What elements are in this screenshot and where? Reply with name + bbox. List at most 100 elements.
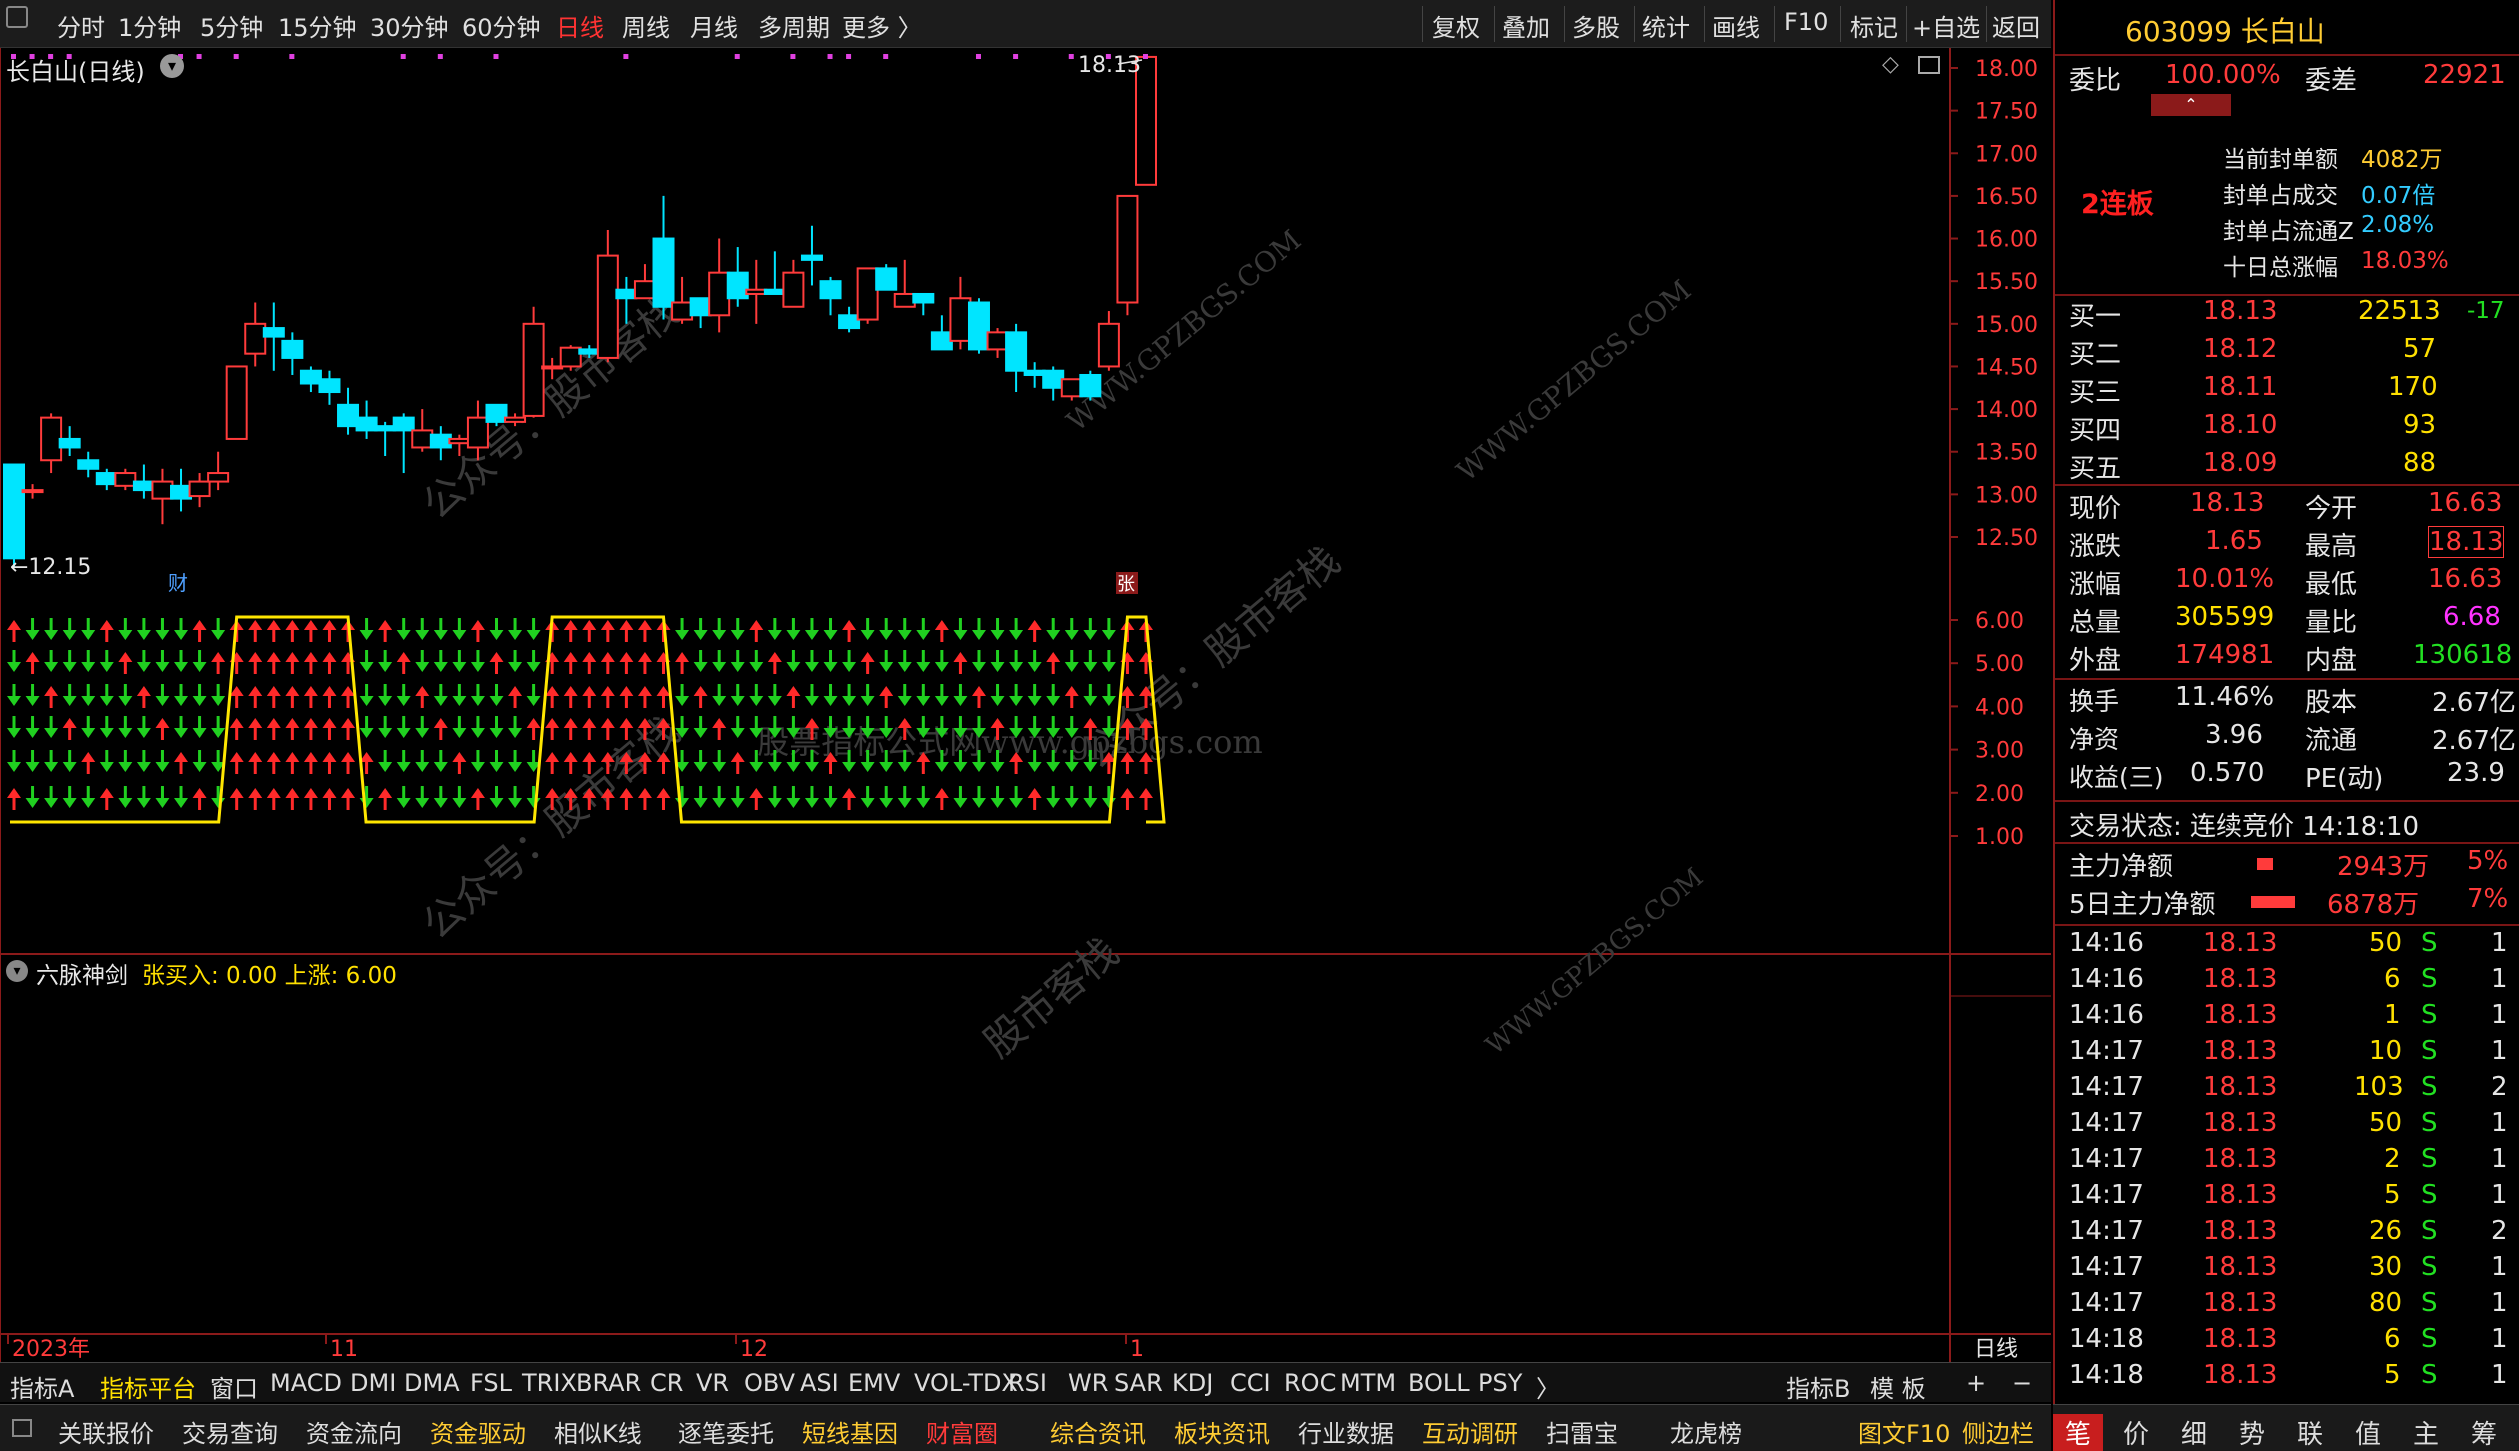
right-tab[interactable]: 主 xyxy=(2413,1414,2439,1451)
indicator-tab[interactable]: KDJ xyxy=(1172,1369,1213,1397)
function-tab[interactable]: 板块资讯 xyxy=(1174,1414,1270,1449)
function-tab[interactable]: 交易查询 xyxy=(182,1414,278,1449)
function-tab[interactable]: 行业数据 xyxy=(1298,1414,1394,1449)
limit-up-mark[interactable]: 张 xyxy=(1117,574,1135,595)
tab-multi-period[interactable]: 多周期 xyxy=(758,8,830,43)
panel-toggle-icon[interactable] xyxy=(1918,56,1940,74)
tab-60min[interactable]: 60分钟 xyxy=(462,8,541,43)
function-tab[interactable]: 相似K线 xyxy=(554,1414,642,1449)
arrow-up-icon xyxy=(637,686,652,708)
indicator-tab[interactable]: DMA xyxy=(404,1369,460,1397)
indicator-tab[interactable]: EMV xyxy=(848,1369,900,1397)
right-tab[interactable]: 联 xyxy=(2297,1414,2323,1451)
indicator-tab[interactable]: MTM xyxy=(1340,1369,1396,1397)
indicator-tab-right[interactable]: + xyxy=(1966,1369,1986,1397)
indicator-tab-right[interactable]: 模 板 xyxy=(1870,1369,1926,1404)
right-tab[interactable]: 细 xyxy=(2181,1414,2207,1451)
f10-button[interactable]: F10 xyxy=(1784,8,1828,36)
arrow-down-icon xyxy=(81,716,96,738)
right-tab[interactable]: 筹 xyxy=(2471,1414,2497,1451)
right-tab[interactable]: 势 xyxy=(2239,1414,2265,1451)
function-tab-right[interactable]: 图文F10 xyxy=(1858,1414,1950,1449)
indicator-tab[interactable]: CR xyxy=(650,1369,683,1397)
indicator-tab[interactable]: BRAR xyxy=(576,1369,641,1397)
arrow-down-icon xyxy=(378,650,393,672)
menu-icon[interactable] xyxy=(6,6,28,28)
indicator-tab[interactable]: PSY xyxy=(1478,1369,1522,1397)
stats-button[interactable]: 统计 xyxy=(1642,8,1690,43)
indicator-tab[interactable]: VOL-TDX xyxy=(914,1369,1018,1397)
tick-volume: 26 xyxy=(2369,1216,2403,1246)
tab-30min[interactable]: 30分钟 xyxy=(370,8,449,43)
tab-monthly[interactable]: 月线 xyxy=(690,8,738,43)
indicator-tab[interactable]: TRIX xyxy=(522,1369,577,1397)
chevron-down-icon[interactable]: ▾ xyxy=(160,54,184,78)
function-tab[interactable]: 互动调研 xyxy=(1422,1414,1518,1449)
tab-5min[interactable]: 5分钟 xyxy=(200,8,263,43)
tab-15min[interactable]: 15分钟 xyxy=(278,8,357,43)
stat-label: 最低 xyxy=(2305,570,2358,600)
bid-price: 18.12 xyxy=(2203,334,2278,364)
function-tab[interactable]: 扫雷宝 xyxy=(1546,1414,1618,1449)
right-tab[interactable]: 值 xyxy=(2355,1414,2381,1451)
function-tab[interactable]: 龙虎榜 xyxy=(1670,1414,1742,1449)
collapse-icon[interactable]: ⌃ xyxy=(2151,94,2231,116)
add-watchlist-button[interactable]: +自选 xyxy=(1912,8,1980,43)
arrow-up-icon xyxy=(285,752,300,774)
finance-mark[interactable]: 财 xyxy=(168,571,188,595)
tab-fenshi[interactable]: 分时 xyxy=(57,8,105,43)
overlay-button[interactable]: 叠加 xyxy=(1502,8,1550,43)
indicator-tab[interactable]: 指标A xyxy=(10,1369,74,1404)
indicator-tab[interactable]: 指标平台 xyxy=(100,1369,196,1404)
function-tab[interactable]: 资金流向 xyxy=(306,1414,402,1449)
indicator-tab[interactable]: DMI xyxy=(350,1369,396,1397)
indicator-tab[interactable]: 〉 xyxy=(1536,1369,1560,1404)
diamond-icon[interactable]: ◇ xyxy=(1882,52,1899,77)
arrow-up-icon xyxy=(619,620,634,642)
indicator-tab[interactable]: OBV xyxy=(744,1369,795,1397)
indicator-tab[interactable]: RSI xyxy=(1008,1369,1047,1397)
tab-weekly[interactable]: 周线 xyxy=(622,8,670,43)
indicator-tab[interactable]: FSL xyxy=(470,1369,512,1397)
arrow-down-icon xyxy=(192,684,207,706)
right-tab[interactable]: 笔 xyxy=(2053,1414,2104,1451)
candle xyxy=(912,292,935,316)
chevron-down-icon[interactable]: ▾ xyxy=(6,960,28,982)
chart-title: 长白山(日线) xyxy=(6,58,145,86)
indicator-tab[interactable]: SAR xyxy=(1114,1369,1163,1397)
indicator-tab[interactable]: ASI xyxy=(800,1369,839,1397)
fuquan-button[interactable]: 复权 xyxy=(1432,8,1480,43)
multi-stock-button[interactable]: 多股 xyxy=(1572,8,1620,43)
function-tab[interactable]: 资金驱动 xyxy=(430,1414,526,1449)
indicator-tab[interactable]: 窗口 xyxy=(210,1369,258,1404)
indicator-tab[interactable]: ROC xyxy=(1284,1369,1336,1397)
arrow-down-icon xyxy=(897,786,912,808)
indicator-tab-right[interactable]: 指标B xyxy=(1786,1369,1850,1404)
indicator-tab[interactable]: BOLL xyxy=(1408,1369,1470,1397)
right-tab[interactable]: 价 xyxy=(2123,1414,2149,1451)
function-tab-right[interactable]: 侧边栏 xyxy=(1962,1414,2034,1449)
function-tab[interactable]: 综合资讯 xyxy=(1050,1414,1146,1449)
indicator-tab[interactable]: MACD xyxy=(270,1369,342,1397)
draw-button[interactable]: 画线 xyxy=(1712,8,1760,43)
arrow-down-icon xyxy=(489,618,504,640)
back-button[interactable]: 返回 xyxy=(1992,8,2040,43)
chart-area[interactable]: 公众号：股市客栈 WWW.GPZBGS.COM股票指标公式网www.gpzbgs.… xyxy=(0,48,2051,1362)
bid-volume: 57 xyxy=(2403,334,2437,364)
arrow-up-icon xyxy=(248,686,263,708)
function-tab[interactable]: 短线基因 xyxy=(802,1414,898,1449)
tab-daily[interactable]: 日线 xyxy=(556,8,604,43)
indicator-tab-right[interactable]: − xyxy=(2012,1369,2032,1397)
menu-icon[interactable] xyxy=(12,1419,32,1437)
mark-button[interactable]: 标记 xyxy=(1850,8,1898,43)
indicator-tab[interactable]: WR xyxy=(1068,1369,1108,1397)
function-tab[interactable]: 逐笔委托 xyxy=(678,1414,774,1449)
function-tab[interactable]: 关联报价 xyxy=(58,1414,154,1449)
bid-label: 买四 xyxy=(2069,416,2122,446)
indicator-tab[interactable]: VR xyxy=(696,1369,729,1397)
tab-more[interactable]: 更多 〉 xyxy=(842,8,922,43)
arrow-down-icon xyxy=(489,750,504,772)
indicator-tab[interactable]: CCI xyxy=(1230,1369,1271,1397)
function-tab[interactable]: 财富圈 xyxy=(926,1414,998,1449)
tab-1min[interactable]: 1分钟 xyxy=(118,8,181,43)
